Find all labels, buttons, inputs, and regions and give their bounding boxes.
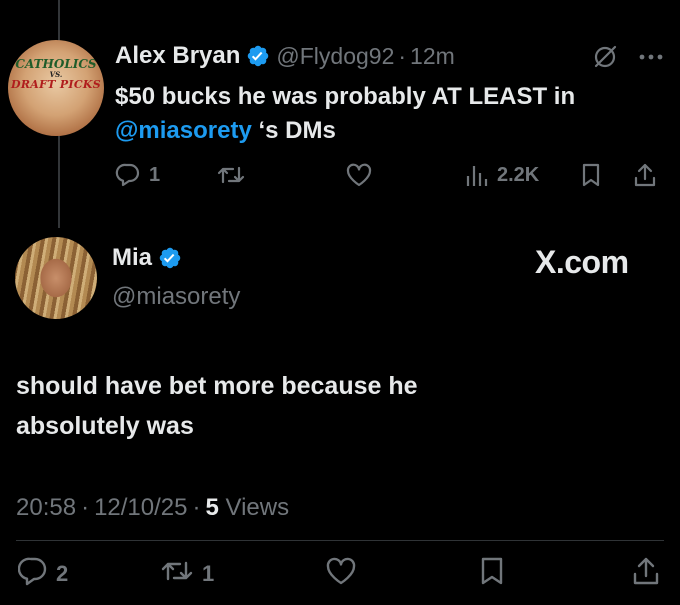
author-name[interactable]: Mia bbox=[112, 244, 152, 272]
parent-text-suffix: ‘s DMs bbox=[251, 117, 336, 144]
verified-icon bbox=[158, 246, 182, 270]
views-count: 2.2K bbox=[497, 163, 540, 186]
retweet-icon bbox=[160, 556, 194, 592]
bookmark-button[interactable] bbox=[580, 162, 602, 188]
like-icon bbox=[345, 162, 373, 188]
parent-text-line-1: $50 bucks he was probably AT LEAST in bbox=[115, 83, 576, 110]
views-label[interactable]: Views bbox=[226, 494, 290, 521]
tweet-meta: 20:58 · 12/10/25 · 5 Views bbox=[16, 494, 289, 522]
share-icon bbox=[633, 162, 657, 188]
separator-dot: · bbox=[192, 494, 201, 521]
share-button[interactable] bbox=[633, 162, 657, 188]
tweet-text-line-1: should have bet more because he bbox=[16, 372, 418, 400]
share-icon bbox=[632, 556, 660, 592]
like-icon bbox=[325, 556, 357, 592]
verified-icon bbox=[246, 44, 270, 68]
views-button[interactable]: 2.2K bbox=[465, 162, 539, 188]
reply-button[interactable]: 1 bbox=[115, 162, 160, 188]
tweet-header: Mia bbox=[112, 244, 182, 272]
parent-text-line-2: @miasorety ‘s DMs bbox=[115, 114, 670, 148]
author-handle[interactable]: @Flydog92 bbox=[276, 43, 394, 70]
parent-tweet-text: $50 bucks he was probably AT LEAST in @m… bbox=[115, 80, 670, 148]
avatar-logo-line2: VS. bbox=[49, 70, 63, 79]
timestamp[interactable]: 12m bbox=[410, 43, 455, 70]
retweet-button[interactable]: 1 bbox=[160, 556, 214, 592]
like-button[interactable] bbox=[325, 556, 357, 592]
bookmark-icon bbox=[580, 162, 602, 188]
separator-dot: · bbox=[398, 42, 407, 69]
reply-count: 1 bbox=[149, 163, 161, 186]
reply-count: 2 bbox=[56, 561, 69, 586]
retweet-icon bbox=[216, 162, 246, 188]
parent-action-bar: 1 2.2K bbox=[0, 162, 680, 192]
author-name[interactable]: Alex Bryan bbox=[115, 42, 240, 70]
retweet-button[interactable] bbox=[216, 162, 246, 188]
xcom-watermark: X.com bbox=[535, 244, 629, 280]
divider bbox=[16, 540, 664, 541]
views-icon bbox=[465, 162, 489, 188]
like-button[interactable] bbox=[345, 162, 373, 188]
grok-icon[interactable] bbox=[592, 44, 618, 70]
bookmark-button[interactable] bbox=[479, 556, 505, 592]
retweet-count: 1 bbox=[202, 561, 215, 586]
more-icon[interactable] bbox=[637, 50, 665, 64]
avatar-mia[interactable] bbox=[15, 237, 97, 319]
reply-icon bbox=[17, 556, 48, 592]
share-button[interactable] bbox=[632, 556, 660, 592]
tweet-date[interactable]: 12/10/25 bbox=[94, 494, 187, 521]
tweet-time[interactable]: 20:58 bbox=[16, 494, 76, 521]
reply-button[interactable]: 2 bbox=[17, 556, 69, 592]
parent-tweet-header: Alex Bryan @Flydog92 · 12m bbox=[115, 40, 455, 72]
avatar-alex-bryan[interactable]: CATHOLICS VS. DRAFT PICKS bbox=[8, 40, 104, 136]
tweet-action-bar: 2 1 bbox=[0, 554, 680, 588]
bookmark-icon bbox=[479, 556, 505, 592]
avatar-logo-line1: CATHOLICS bbox=[15, 57, 97, 71]
reply-icon bbox=[115, 162, 141, 188]
separator-dot: · bbox=[81, 494, 90, 521]
author-handle[interactable]: @miasorety bbox=[112, 283, 240, 311]
tweet-text: should have bet more because he absolute… bbox=[16, 366, 656, 446]
mention-link[interactable]: @miasorety bbox=[115, 117, 252, 144]
avatar-logo-line3: DRAFT PICKS bbox=[10, 78, 102, 91]
tweet-text-line-2: absolutely was bbox=[16, 412, 194, 440]
views-count: 5 bbox=[205, 494, 219, 521]
